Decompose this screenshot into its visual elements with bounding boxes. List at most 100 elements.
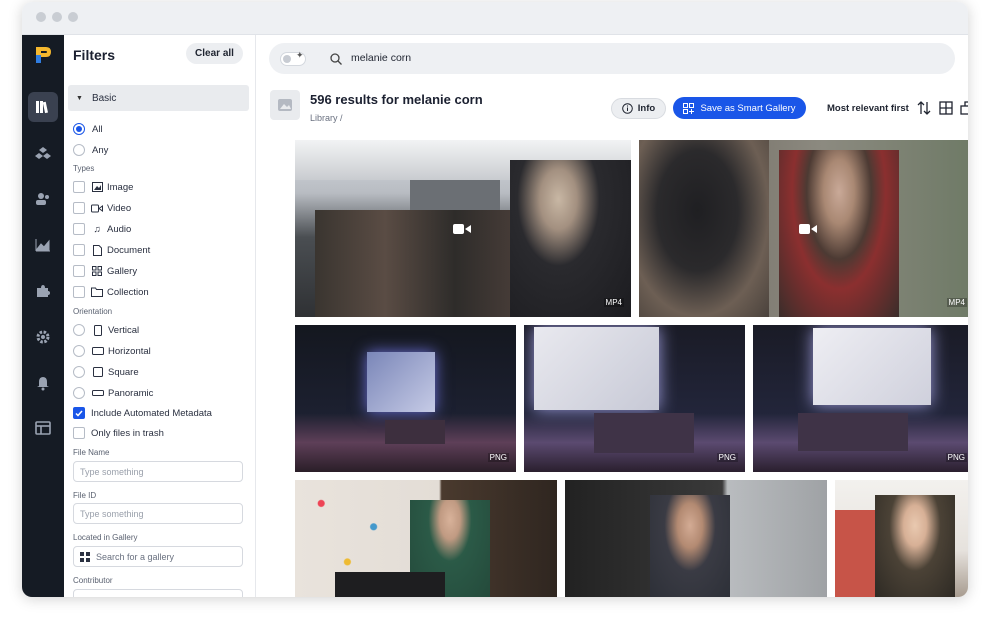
- type-audio-option[interactable]: ♫ Audio: [73, 223, 131, 235]
- analytics-icon[interactable]: [28, 230, 58, 260]
- asset-tile[interactable]: [835, 480, 968, 597]
- smart-gallery-icon: [683, 102, 695, 114]
- breadcrumb[interactable]: Library /: [310, 113, 343, 123]
- app-logo-icon[interactable]: [33, 45, 53, 65]
- type-gallery-label: Gallery: [107, 265, 138, 277]
- caret-down-icon: ▼: [76, 94, 83, 102]
- settings-gear-icon[interactable]: [28, 322, 58, 352]
- checkbox[interactable]: [73, 286, 85, 298]
- search-bar[interactable]: ✦ melanie corn: [269, 43, 955, 74]
- orientation-panoramic-label: Panoramic: [108, 387, 154, 399]
- gallery-icon: [91, 265, 103, 277]
- type-video-option[interactable]: Video: [73, 202, 131, 214]
- video-play-icon: [799, 224, 817, 234]
- type-image-option[interactable]: Image: [73, 181, 133, 193]
- type-gallery-option[interactable]: Gallery: [73, 265, 137, 277]
- file-name-input[interactable]: Type something: [73, 461, 243, 482]
- save-smart-gallery-label: Save as Smart Gallery: [700, 102, 796, 114]
- file-id-input[interactable]: Type something: [73, 503, 243, 524]
- galleries-icon[interactable]: [28, 138, 58, 168]
- type-document-label: Document: [107, 244, 151, 256]
- panel-seating: [798, 413, 908, 451]
- clear-all-button[interactable]: Clear all: [186, 43, 243, 64]
- results-title: 596 results for melanie corn: [310, 92, 483, 107]
- file-type-badge: PNG: [487, 453, 509, 462]
- horizontal-icon: [92, 345, 104, 357]
- asset-tile[interactable]: [295, 480, 557, 597]
- woman-speaker: [650, 495, 730, 597]
- info-button[interactable]: Info: [611, 98, 666, 119]
- file-type-badge: MP4: [603, 298, 624, 307]
- type-collection-option[interactable]: Collection: [73, 286, 149, 298]
- file-type-badge: PNG: [716, 453, 738, 462]
- basic-section-label: Basic: [91, 92, 117, 104]
- radio[interactable]: [73, 387, 85, 399]
- integrations-icon[interactable]: [28, 276, 58, 306]
- speaker: [779, 150, 899, 317]
- orientation-square-option[interactable]: Square: [73, 366, 139, 378]
- radio-selected[interactable]: [73, 123, 85, 135]
- sort-dropdown[interactable]: Most relevant first: [827, 103, 909, 114]
- radio[interactable]: [73, 324, 85, 336]
- orientation-square-label: Square: [108, 366, 139, 378]
- grid-icon: [80, 551, 90, 562]
- checkbox[interactable]: [73, 202, 85, 214]
- match-any-radio[interactable]: Any: [73, 144, 108, 156]
- orientation-vertical-option[interactable]: Vertical: [73, 324, 139, 336]
- woman-portrait: [875, 495, 955, 597]
- orientation-panoramic-option[interactable]: Panoramic: [73, 387, 153, 399]
- select-multiple-icon[interactable]: [960, 101, 968, 115]
- file-type-badge: MP4: [946, 298, 967, 307]
- asset-tile[interactable]: PNG: [753, 325, 968, 472]
- search-input[interactable]: melanie corn: [351, 52, 411, 64]
- vertical-icon: [92, 324, 104, 336]
- contributor-input[interactable]: [73, 589, 243, 597]
- type-document-option[interactable]: Document: [73, 244, 150, 256]
- basic-section-toggle[interactable]: ▼ Basic: [68, 85, 249, 111]
- file-id-label: File ID: [73, 491, 97, 500]
- library-icon[interactable]: [28, 92, 58, 122]
- radio[interactable]: [73, 144, 85, 156]
- checkbox[interactable]: [73, 181, 85, 193]
- radio[interactable]: [73, 366, 85, 378]
- window-dot[interactable]: [52, 12, 62, 22]
- save-smart-gallery-button[interactable]: Save as Smart Gallery: [673, 97, 806, 119]
- gallery-search-placeholder: Search for a gallery: [96, 551, 175, 562]
- gallery-label: Located in Gallery: [73, 533, 138, 542]
- match-all-radio[interactable]: All: [73, 123, 103, 135]
- trash-only-option[interactable]: Only files in trash: [73, 427, 164, 439]
- main-content: ✦ melanie corn 596 results for melanie c…: [256, 35, 968, 597]
- orientation-horizontal-label: Horizontal: [108, 345, 151, 357]
- sparkle-icon: ✦: [296, 50, 304, 60]
- automated-metadata-option[interactable]: Include Automated Metadata: [73, 407, 212, 419]
- users-icon[interactable]: [28, 184, 58, 214]
- radio[interactable]: [73, 345, 85, 357]
- types-section-label: Types: [73, 164, 95, 173]
- video-icon: [91, 202, 103, 214]
- asset-tile[interactable]: PNG: [524, 325, 745, 472]
- window-dot[interactable]: [36, 12, 46, 22]
- document-icon: [91, 244, 103, 256]
- checkbox-checked[interactable]: [73, 407, 85, 419]
- notifications-bell-icon[interactable]: [28, 368, 58, 398]
- orientation-horizontal-option[interactable]: Horizontal: [73, 345, 151, 357]
- checkbox[interactable]: [73, 223, 85, 235]
- checkbox[interactable]: [73, 427, 85, 439]
- panel-seating: [385, 420, 445, 444]
- file-name-label: File Name: [73, 448, 110, 457]
- folder-icon: [91, 286, 103, 298]
- window-dot[interactable]: [68, 12, 78, 22]
- asset-tile[interactable]: MP4: [639, 140, 968, 317]
- grid-view-icon[interactable]: [939, 101, 953, 115]
- asset-tile[interactable]: MP4: [295, 140, 631, 317]
- asset-tile[interactable]: PNG: [295, 325, 516, 472]
- layout-icon[interactable]: [28, 413, 58, 443]
- search-icon: [330, 53, 342, 65]
- asset-tile[interactable]: [565, 480, 827, 597]
- type-image-label: Image: [107, 181, 134, 193]
- sort-direction-icon[interactable]: [917, 101, 931, 115]
- gallery-search-input[interactable]: Search for a gallery: [73, 546, 243, 567]
- type-video-label: Video: [107, 202, 132, 214]
- checkbox[interactable]: [73, 244, 85, 256]
- checkbox[interactable]: [73, 265, 85, 277]
